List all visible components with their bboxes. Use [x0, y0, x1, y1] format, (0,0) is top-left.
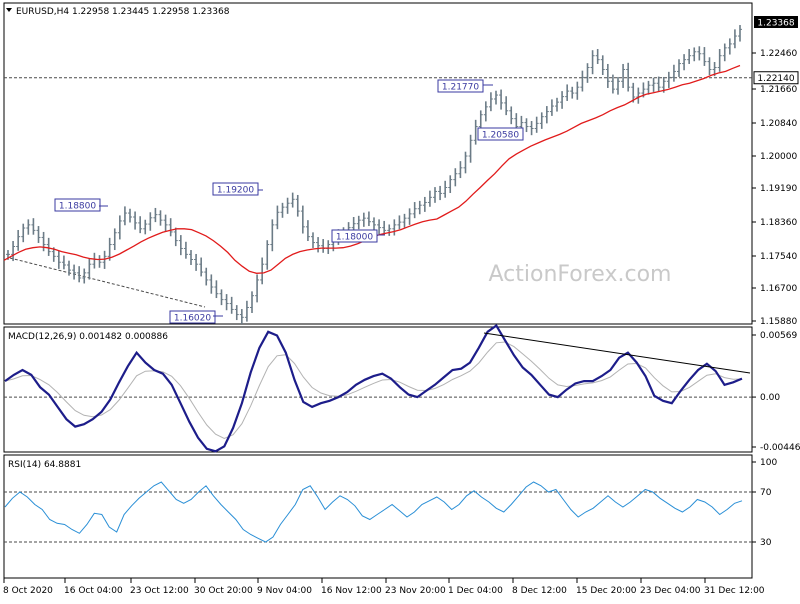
watermark: ActionForex.com [489, 262, 672, 287]
price-y-tick-label: 1.20000 [760, 152, 797, 162]
price-y-tick-label: 1.18360 [760, 218, 797, 228]
annotation-label: 1.18000 [336, 233, 373, 243]
annotation-label: 1.19200 [217, 186, 254, 196]
price-y-tick-label: 1.17540 [760, 252, 797, 262]
x-tick-label: 23 Dec 04:00 [640, 586, 701, 596]
macd-y-tick-label: -0.00446 [760, 443, 800, 453]
price-y-tick-label: 1.20840 [760, 119, 797, 129]
x-tick-label: 9 Nov 04:00 [257, 586, 312, 596]
rsi-y-tick-label: 30 [760, 538, 772, 548]
macd-line [4, 324, 743, 453]
rsi-panel-frame [3, 454, 753, 579]
current-price-label: 1.23368 [757, 19, 794, 29]
x-tick-label: 31 Dec 12:00 [704, 586, 765, 596]
annotation-label: 1.21770 [442, 83, 479, 93]
price-y-tick-label: 1.21660 [760, 85, 797, 95]
macd-y-tick-label: 0.00569 [760, 331, 797, 341]
price-y-tick-label: 1.19190 [760, 184, 797, 194]
x-tick-label: 15 Dec 20:00 [576, 586, 637, 596]
chart-canvas: ActionForex.com 1.18800 1.19200 1.16020 1.18… [3, 2, 800, 596]
x-tick-label: 23 Oct 12:00 [130, 586, 189, 596]
x-tick-label: 8 Oct 2020 [3, 586, 53, 596]
annotation-label: 1.16020 [174, 314, 211, 324]
price-chart-title: EURUSD,H4 1.22958 1.23445 1.22958 1.2336… [16, 7, 230, 17]
price-y-tick-label: 1.22460 [760, 49, 797, 59]
rsi-line [4, 481, 743, 543]
x-tick-label: 23 Nov 20:00 [385, 586, 446, 596]
x-tick-label: 8 Dec 12:00 [512, 586, 567, 596]
macd-title: MACD(12,26,9) 0.001482 0.000886 [8, 332, 168, 342]
price-y-tick-label: 1.15880 [760, 317, 797, 327]
annotation-label: 1.18800 [59, 202, 96, 212]
trend-line [9, 257, 206, 308]
x-tick-label: 30 Oct 20:00 [194, 586, 253, 596]
chart-window: ActionForex.com 1.18800 1.19200 1.16020 1.18… [0, 0, 800, 600]
x-tick-label: 1 Dec 04:00 [448, 586, 503, 596]
x-tick-label: 16 Oct 04:00 [64, 586, 123, 596]
macd-trend-line [483, 332, 751, 374]
annotation-label: 1.20580 [482, 131, 519, 141]
x-tick-label: 16 Nov 12:00 [321, 586, 382, 596]
rsi-title: RSI(14) 64.8881 [8, 460, 81, 470]
level-price-label: 1.22140 [757, 74, 794, 84]
menu-triangle-icon [6, 8, 12, 12]
macd-y-tick-label: 0.00 [760, 393, 780, 403]
rsi-y-tick-label: 70 [760, 488, 772, 498]
rsi-y-tick-label: 100 [760, 458, 777, 468]
price-y-tick-label: 1.16700 [760, 284, 797, 294]
